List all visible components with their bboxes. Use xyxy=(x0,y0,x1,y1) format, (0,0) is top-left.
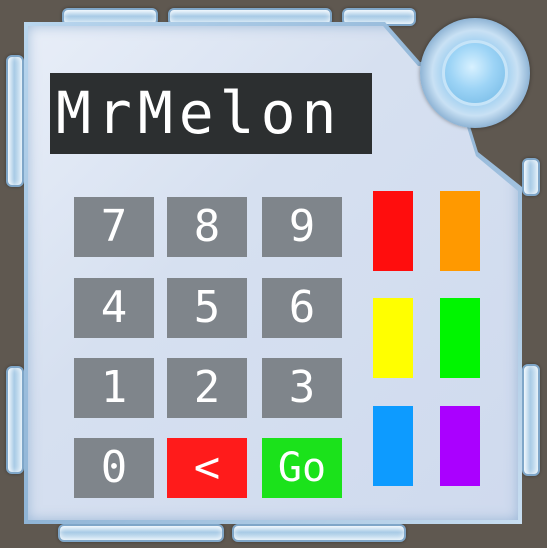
frame-bar-left-top xyxy=(6,55,24,187)
frame-bar-right-bottom xyxy=(522,364,540,476)
frame-bar-right-top xyxy=(522,158,540,196)
key-8[interactable]: 8 xyxy=(167,197,247,257)
frame-bar-left-bottom xyxy=(6,366,24,474)
frame-bar-bottom-left xyxy=(58,524,224,542)
keypad-panel: MrMelon 7 8 9 4 5 6 1 2 3 0 < Go xyxy=(0,0,547,548)
key-0[interactable]: 0 xyxy=(74,438,154,498)
swatch-orange[interactable] xyxy=(440,191,480,271)
key-3[interactable]: 3 xyxy=(262,358,342,418)
key-5[interactable]: 5 xyxy=(167,278,247,338)
key-9[interactable]: 9 xyxy=(262,197,342,257)
key-2[interactable]: 2 xyxy=(167,358,247,418)
crystal-orb-icon xyxy=(420,18,530,128)
key-1[interactable]: 1 xyxy=(74,358,154,418)
swatch-purple[interactable] xyxy=(440,406,480,486)
backspace-button[interactable]: < xyxy=(167,438,247,498)
frame-bar-bottom-right xyxy=(232,524,406,542)
key-6[interactable]: 6 xyxy=(262,278,342,338)
key-4[interactable]: 4 xyxy=(74,278,154,338)
key-7[interactable]: 7 xyxy=(74,197,154,257)
swatch-yellow[interactable] xyxy=(373,298,413,378)
swatch-blue[interactable] xyxy=(373,406,413,486)
swatch-green[interactable] xyxy=(440,298,480,378)
code-display: MrMelon xyxy=(50,73,372,154)
swatch-red[interactable] xyxy=(373,191,413,271)
go-button[interactable]: Go xyxy=(262,438,342,498)
